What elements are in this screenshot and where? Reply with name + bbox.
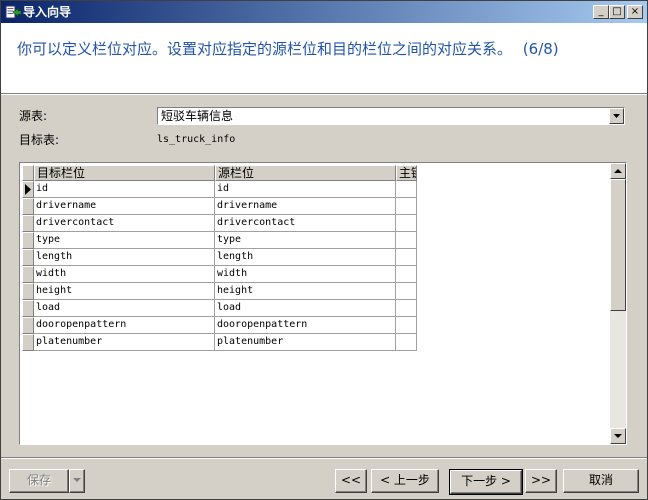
- title-bar[interactable]: 导入向导 _ □ ×: [1, 1, 647, 23]
- source-table-value: 短驳车辆信息: [161, 109, 234, 123]
- target-field-cell[interactable]: type: [34, 232, 215, 249]
- primary-key-cell[interactable]: [396, 300, 417, 317]
- footer-divider: [1, 457, 647, 459]
- grid-corner: [22, 165, 34, 181]
- vertical-scrollbar[interactable]: [610, 163, 626, 444]
- row-header[interactable]: [22, 215, 34, 232]
- source-table-select[interactable]: 短驳车辆信息: [157, 107, 625, 125]
- target-table-value: ls_truck_info: [157, 134, 236, 145]
- instruction-text: 你可以定义栏位对应。设置对应指定的源栏位和目的栏位之间的对应关系。: [17, 40, 513, 58]
- minimize-button[interactable]: _: [593, 5, 609, 19]
- save-button[interactable]: 保存: [9, 469, 69, 493]
- row-header[interactable]: [22, 232, 34, 249]
- source-table-label: 源表:: [19, 109, 48, 123]
- primary-key-cell[interactable]: [396, 232, 417, 249]
- source-field-cell[interactable]: dooropenpattern: [215, 317, 396, 334]
- primary-key-cell[interactable]: [396, 266, 417, 283]
- row-header[interactable]: [22, 198, 34, 215]
- import-wizard-window: 导入向导 _ □ × 你可以定义栏位对应。设置对应指定的源栏位和目的栏位之间的对…: [0, 0, 648, 500]
- window-title: 导入向导: [23, 5, 72, 19]
- row-header[interactable]: [22, 181, 34, 198]
- target-field-cell[interactable]: width: [34, 266, 215, 283]
- step-indicator: (6/8): [522, 40, 559, 58]
- row-header[interactable]: [22, 334, 34, 351]
- source-field-cell[interactable]: drivername: [215, 198, 396, 215]
- row-header[interactable]: [22, 283, 34, 300]
- import-wizard-icon: [5, 4, 22, 20]
- scroll-up-icon[interactable]: [610, 163, 626, 179]
- save-dropdown-button[interactable]: [69, 469, 85, 493]
- scroll-down-icon[interactable]: [610, 428, 626, 444]
- wizard-instruction: 你可以定义栏位对应。设置对应指定的源栏位和目的栏位之间的对应关系。 (6/8): [17, 39, 559, 59]
- cancel-button[interactable]: 取消: [563, 469, 639, 493]
- target-field-cell[interactable]: drivercontact: [34, 215, 215, 232]
- last-step-button[interactable]: >>: [525, 469, 557, 493]
- primary-key-cell[interactable]: [396, 181, 417, 198]
- column-header-source[interactable]: 源栏位: [215, 165, 396, 181]
- source-field-cell[interactable]: width: [215, 266, 396, 283]
- source-field-cell[interactable]: platenumber: [215, 334, 396, 351]
- header-divider: [1, 93, 647, 95]
- wizard-header: 你可以定义栏位对应。设置对应指定的源栏位和目的栏位之间的对应关系。 (6/8): [1, 23, 647, 93]
- primary-key-cell[interactable]: [396, 317, 417, 334]
- column-header-target[interactable]: 目标栏位: [34, 165, 215, 181]
- primary-key-cell[interactable]: [396, 283, 417, 300]
- source-field-cell[interactable]: id: [215, 181, 396, 198]
- column-header-primary-key[interactable]: 主键: [396, 165, 417, 181]
- primary-key-cell[interactable]: [396, 334, 417, 351]
- row-header[interactable]: [22, 266, 34, 283]
- source-field-cell[interactable]: height: [215, 283, 396, 300]
- primary-key-cell[interactable]: [396, 215, 417, 232]
- source-field-cell[interactable]: load: [215, 300, 396, 317]
- dropdown-arrow-icon[interactable]: [609, 108, 624, 124]
- target-field-cell[interactable]: drivername: [34, 198, 215, 215]
- source-field-cell[interactable]: drivercontact: [215, 215, 396, 232]
- target-field-cell[interactable]: height: [34, 283, 215, 300]
- target-field-cell[interactable]: load: [34, 300, 215, 317]
- target-field-cell[interactable]: dooropenpattern: [34, 317, 215, 334]
- target-field-cell[interactable]: platenumber: [34, 334, 215, 351]
- row-header[interactable]: [22, 249, 34, 266]
- next-step-button[interactable]: 下一步 >: [449, 469, 523, 495]
- scroll-thumb[interactable]: [610, 179, 626, 311]
- target-field-cell[interactable]: id: [34, 181, 215, 198]
- source-field-cell[interactable]: type: [215, 232, 396, 249]
- row-header[interactable]: [22, 317, 34, 334]
- maximize-button[interactable]: □: [609, 5, 625, 19]
- row-pointer-icon: [25, 184, 31, 195]
- first-step-button[interactable]: <<: [335, 469, 367, 493]
- close-button[interactable]: ×: [627, 5, 643, 19]
- primary-key-cell[interactable]: [396, 249, 417, 266]
- field-mapping-grid: 目标栏位 源栏位 主键 ididdrivernamedrivernamedriv…: [19, 162, 627, 445]
- primary-key-cell[interactable]: [396, 198, 417, 215]
- target-field-cell[interactable]: length: [34, 249, 215, 266]
- source-field-cell[interactable]: length: [215, 249, 396, 266]
- row-header[interactable]: [22, 300, 34, 317]
- target-table-label: 目标表:: [19, 133, 60, 147]
- prev-step-button[interactable]: < 上一步: [371, 469, 439, 493]
